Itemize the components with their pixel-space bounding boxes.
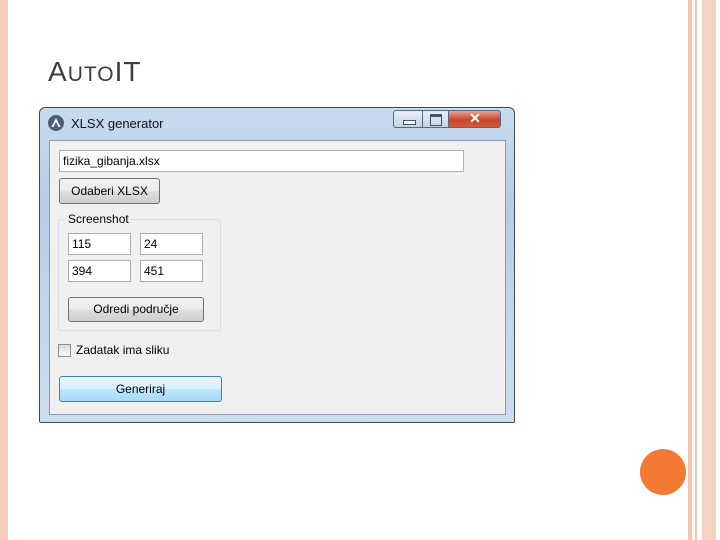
maximize-button[interactable] [423, 110, 449, 128]
right-decor-stripe [688, 0, 692, 540]
left-decor-stripe [0, 0, 8, 540]
maximize-icon [430, 114, 442, 126]
screenshot-y2-input[interactable]: 451 [140, 260, 203, 282]
minimize-icon [403, 120, 416, 125]
right-decor-stripe [702, 0, 716, 540]
close-icon: ✕ [469, 110, 481, 126]
app-window: XLSX generator ✕ fizika_gibanja.xlsx Oda… [39, 107, 515, 423]
slide-title-part: IT [114, 56, 142, 87]
minimize-button[interactable] [393, 110, 423, 128]
screenshot-x2-input[interactable]: 394 [68, 260, 131, 282]
screenshot-groupbox: Screenshot 115 24 394 451 Odredi područj… [58, 212, 221, 331]
define-area-button[interactable]: Odredi područje [68, 297, 204, 322]
screenshot-y1-input[interactable]: 24 [140, 233, 203, 255]
autoit-app-icon [48, 115, 64, 131]
slide-title-part: UTO [67, 63, 115, 86]
window-title: XLSX generator [71, 116, 164, 131]
generate-button[interactable]: Generiraj [59, 376, 222, 402]
title-bar[interactable]: XLSX generator ✕ [40, 108, 514, 136]
has-image-checkbox-label[interactable]: Zadatak ima sliku [76, 343, 169, 357]
slide-title: AUTOIT [48, 56, 142, 88]
screenshot-x1-input[interactable]: 115 [68, 233, 131, 255]
has-image-checkbox[interactable] [58, 344, 71, 357]
file-path-input[interactable]: fizika_gibanja.xlsx [59, 150, 464, 172]
right-decor-stripe [695, 0, 697, 540]
orange-decor-circle [640, 449, 686, 495]
choose-xlsx-button[interactable]: Odaberi XLSX [59, 178, 160, 204]
window-client-area: fizika_gibanja.xlsx Odaberi XLSX Screens… [49, 140, 506, 415]
screenshot-group-label: Screenshot [66, 212, 131, 226]
close-button[interactable]: ✕ [449, 110, 501, 128]
slide-title-part: A [48, 56, 68, 87]
